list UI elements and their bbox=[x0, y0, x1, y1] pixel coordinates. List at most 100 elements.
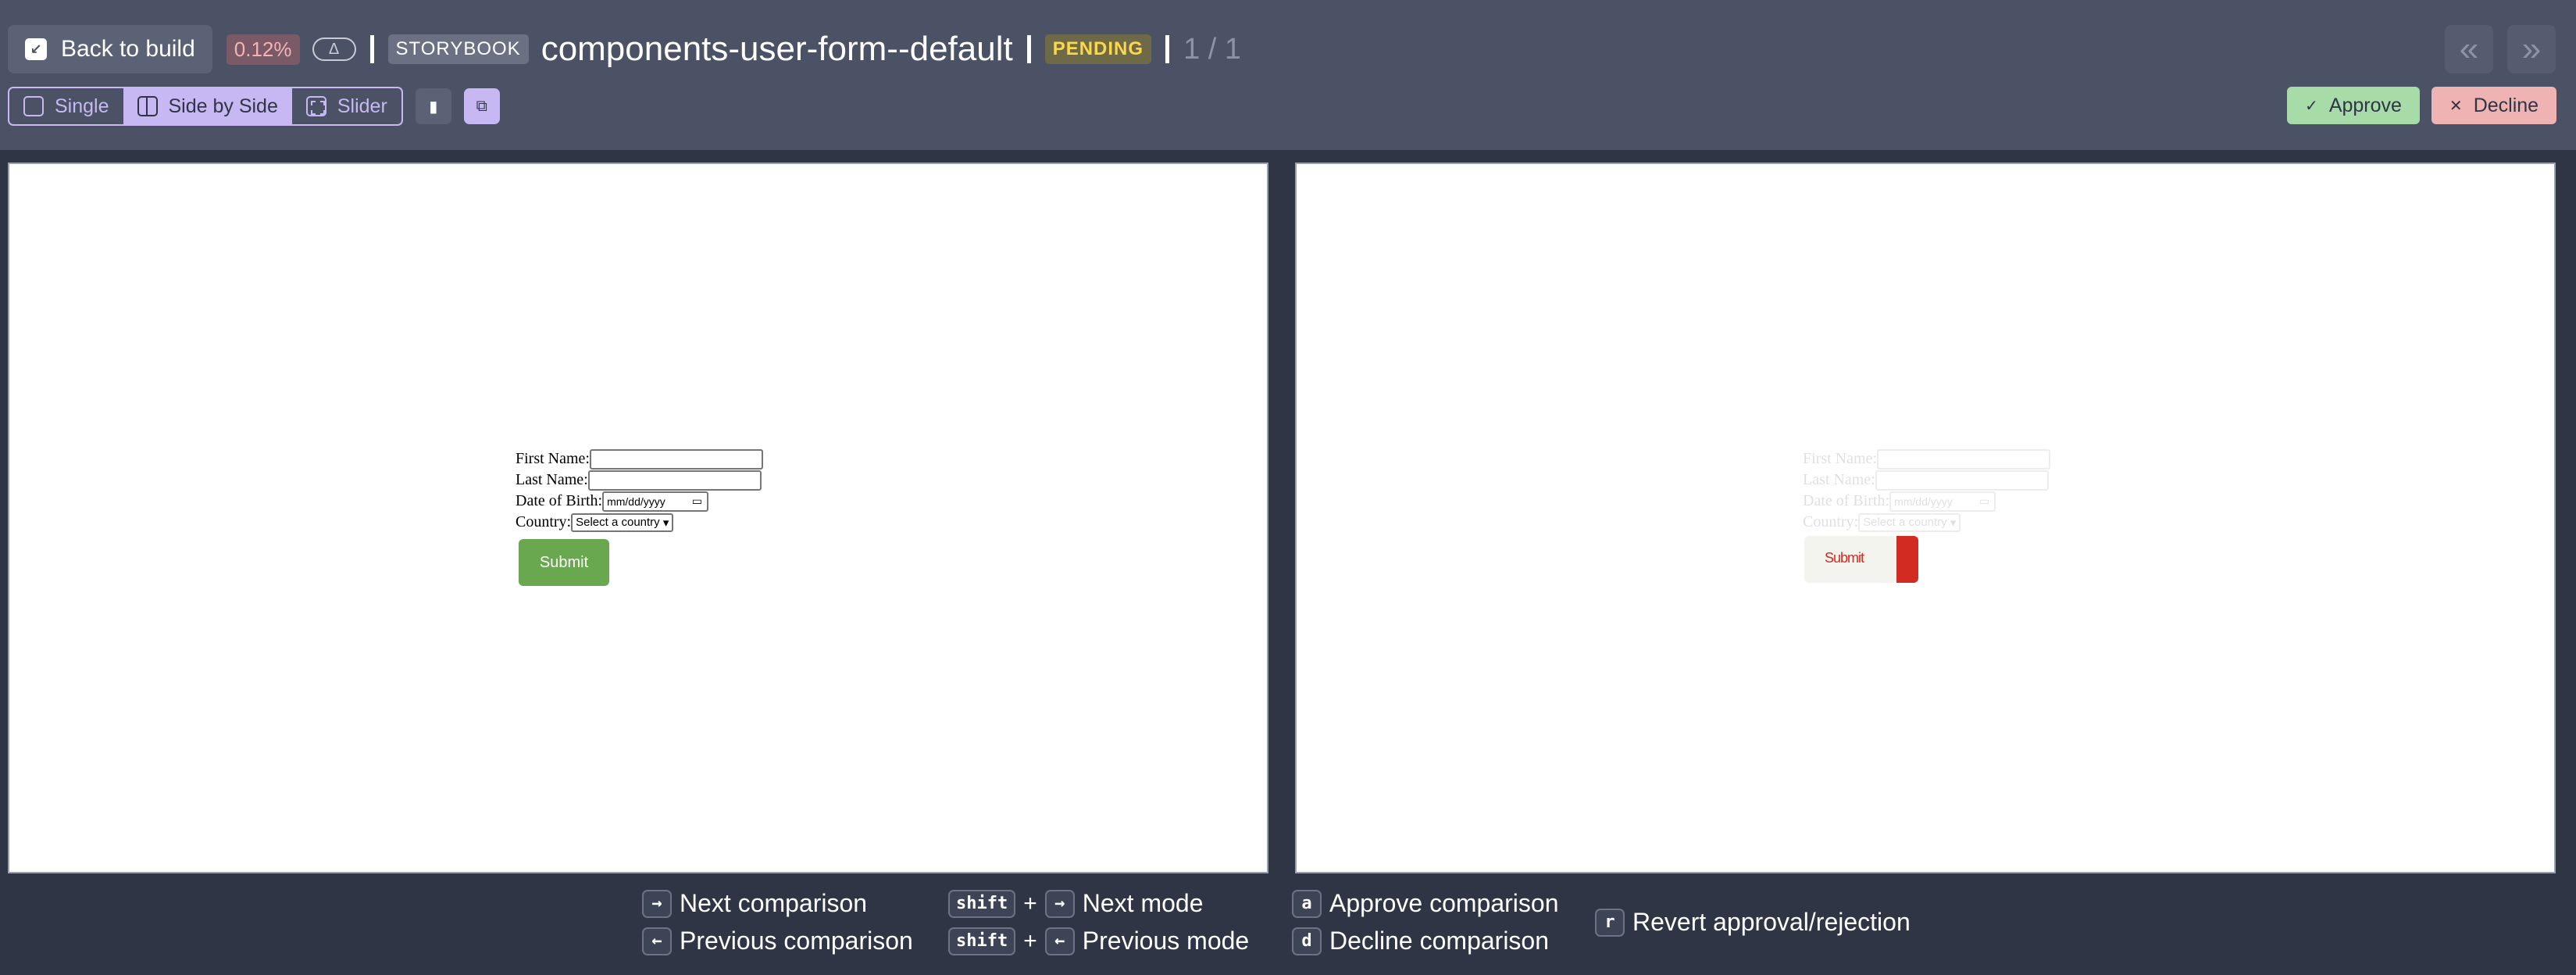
first-name-input bbox=[1877, 448, 2050, 470]
back-to-build-button[interactable]: ↙ Back to build bbox=[8, 25, 212, 73]
shortcut-label: Previous mode bbox=[1082, 927, 1250, 955]
shortcut-label: Revert approval/rejection bbox=[1632, 908, 1911, 936]
key-left-arrow: ← bbox=[1044, 927, 1075, 955]
form-row-country: Country: Select a country ▾ bbox=[516, 512, 763, 533]
double-chevron-right-icon: » bbox=[2521, 30, 2542, 68]
mode-side-by-side[interactable]: Side by Side bbox=[123, 88, 292, 124]
mode-label: Side by Side bbox=[168, 95, 278, 117]
key-right-arrow: → bbox=[1044, 889, 1075, 918]
shortcut-label: Previous comparison bbox=[680, 927, 913, 955]
form-row-country: Country: Select a country ▾ bbox=[1803, 512, 2050, 533]
double-chevron-left-icon: « bbox=[2459, 30, 2479, 68]
form-row-dob: Date of Birth: mm/dd/yyyy ▭ bbox=[516, 491, 763, 512]
dob-input: mm/dd/yyyy ▭ bbox=[602, 491, 709, 512]
comparison-panel: First Name: Last Name: Date of Birth: mm… bbox=[1295, 162, 2556, 873]
form-row-first-name: First Name: bbox=[1803, 448, 2050, 470]
page-title: components-user-form--default bbox=[541, 30, 1013, 68]
mode-switcher: Single Side by Side Slider bbox=[8, 87, 403, 126]
mode-label: Single bbox=[55, 95, 109, 117]
calendar-icon: ▭ bbox=[1978, 495, 1990, 507]
dob-label: Date of Birth: bbox=[1803, 492, 1890, 509]
user-form-faded: First Name: Last Name: Date of Birth: mm… bbox=[1803, 448, 2050, 533]
arrow-back-icon: ↙ bbox=[25, 38, 47, 60]
mode-slider[interactable]: Slider bbox=[292, 88, 401, 124]
first-name-label: First Name: bbox=[1803, 450, 1877, 467]
shortcut-next-mode: shift + → Next mode bbox=[948, 889, 1204, 918]
decline-label: Decline bbox=[2473, 94, 2539, 116]
diff-region bbox=[1896, 536, 1918, 583]
approve-button[interactable]: ✓ Approve bbox=[2287, 87, 2420, 124]
country-label: Country: bbox=[1803, 513, 1859, 530]
check-icon: ✓ bbox=[2305, 97, 2318, 115]
mode-single[interactable]: Single bbox=[9, 88, 123, 124]
divider bbox=[1165, 35, 1170, 63]
plus-sign: + bbox=[1023, 927, 1037, 954]
status-badge: PENDING bbox=[1044, 34, 1152, 64]
delta-toggle[interactable]: Δ bbox=[312, 38, 356, 61]
chevron-down-icon: ▾ bbox=[662, 516, 669, 530]
shortcut-approve: a Approve comparison bbox=[1292, 889, 1558, 918]
country-label: Country: bbox=[516, 513, 572, 530]
form-row-first-name: First Name: bbox=[516, 448, 763, 470]
source-badge: STORYBOOK bbox=[387, 34, 529, 64]
country-select: Select a country ▾ bbox=[571, 512, 674, 532]
shortcut-previous-comparison: ← Previous comparison bbox=[642, 927, 913, 955]
map-icon: ▮ bbox=[429, 98, 438, 116]
toolbar: Single Side by Side Slider ▮ ⧉ bbox=[8, 87, 500, 126]
last-name-input bbox=[587, 470, 762, 491]
approve-label: Approve bbox=[2328, 94, 2402, 116]
diff-percent-badge: 0.12% bbox=[226, 34, 300, 65]
divider bbox=[1026, 35, 1031, 63]
back-label: Back to build bbox=[61, 36, 195, 62]
dob-input: mm/dd/yyyy ▭ bbox=[1889, 491, 1996, 512]
plus-sign: + bbox=[1023, 890, 1037, 916]
overlay-toggle-button[interactable]: ⧉ bbox=[463, 88, 500, 124]
form-row-last-name: Last Name: bbox=[516, 470, 763, 491]
square-icon bbox=[23, 96, 44, 116]
country-select-value: Select a country bbox=[1863, 516, 1947, 529]
form-row-dob: Date of Birth: mm/dd/yyyy ▭ bbox=[1803, 491, 2050, 512]
previous-comparison-button[interactable]: « bbox=[2445, 25, 2493, 73]
form-row-last-name: Last Name: bbox=[1803, 470, 2050, 491]
header-bar: ↙ Back to build 0.12% Δ STORYBOOK compon… bbox=[0, 0, 2576, 150]
calendar-icon: ▭ bbox=[691, 495, 703, 507]
shortcut-label: Approve comparison bbox=[1329, 889, 1559, 917]
user-form: First Name: Last Name: Date of Birth: mm… bbox=[516, 448, 763, 586]
dob-label: Date of Birth: bbox=[516, 492, 603, 509]
shortcut-next-comparison: → Next comparison bbox=[642, 889, 867, 918]
last-name-input bbox=[1875, 470, 2049, 491]
map-button[interactable]: ▮ bbox=[415, 88, 451, 124]
shortcut-revert: r Revert approval/rejection bbox=[1595, 908, 1911, 937]
key-shift: shift bbox=[948, 927, 1016, 955]
keyboard-shortcuts: → Next comparison ← Previous comparison … bbox=[0, 889, 2576, 975]
shortcut-decline: d Decline comparison bbox=[1292, 927, 1549, 955]
key-right-arrow: → bbox=[642, 889, 672, 918]
dob-placeholder: mm/dd/yyyy bbox=[1894, 495, 1953, 508]
overlay-icon: ⧉ bbox=[476, 97, 487, 115]
shortcut-label: Decline comparison bbox=[1329, 927, 1550, 955]
last-name-label: Last Name: bbox=[516, 471, 588, 488]
shortcut-label: Next comparison bbox=[680, 889, 868, 917]
decline-button[interactable]: ✕ Decline bbox=[2432, 87, 2556, 124]
key-d: d bbox=[1292, 927, 1322, 955]
slider-icon bbox=[305, 96, 326, 116]
mode-label: Slider bbox=[337, 95, 387, 117]
comparison-position: 1 / 1 bbox=[1183, 32, 1242, 66]
first-name-label: First Name: bbox=[516, 450, 590, 467]
split-view-icon bbox=[137, 96, 158, 116]
country-select: Select a country ▾ bbox=[1858, 512, 1961, 532]
chevron-down-icon: ▾ bbox=[1950, 516, 1957, 530]
key-r: r bbox=[1595, 908, 1625, 937]
next-comparison-button[interactable]: » bbox=[2507, 25, 2556, 73]
country-select-value: Select a country bbox=[576, 516, 660, 529]
header-row: ↙ Back to build 0.12% Δ STORYBOOK compon… bbox=[8, 25, 1241, 73]
shortcut-label: Next mode bbox=[1082, 889, 1204, 917]
diff-highlight-submit: Submit bbox=[1804, 536, 1918, 583]
last-name-label: Last Name: bbox=[1803, 471, 1875, 488]
submit-button: Submit bbox=[519, 539, 609, 586]
key-shift: shift bbox=[948, 889, 1016, 918]
key-left-arrow: ← bbox=[642, 927, 672, 955]
first-name-input bbox=[590, 448, 763, 470]
diff-button-text: Submit bbox=[1825, 550, 1864, 566]
divider bbox=[369, 35, 374, 63]
